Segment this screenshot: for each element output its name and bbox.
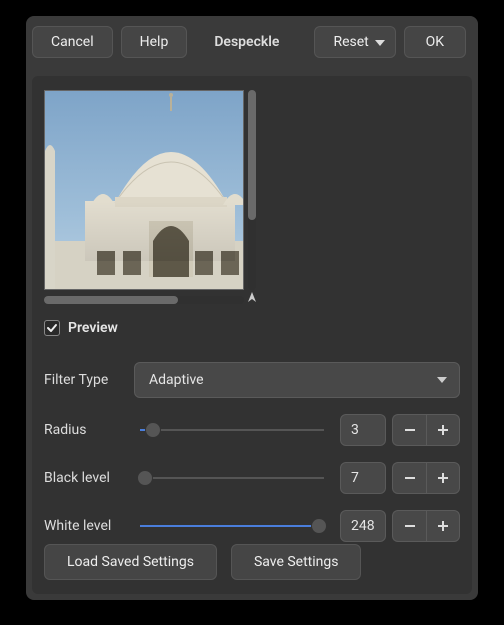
- black-level-label: Black level: [44, 470, 124, 486]
- black-level-input[interactable]: 7: [340, 462, 386, 494]
- preview-image[interactable]: [44, 90, 244, 290]
- preview-vertical-scrollbar[interactable]: [248, 90, 256, 290]
- top-button-bar: Cancel Help Despeckle Reset OK: [26, 16, 478, 68]
- dialog-content: Preview Filter Type Adaptive Radius 3: [32, 76, 472, 594]
- preview-area: [44, 90, 256, 310]
- radius-decrement-button[interactable]: [392, 414, 426, 446]
- black-level-decrement-button[interactable]: [392, 462, 426, 494]
- save-settings-button[interactable]: Save Settings: [231, 544, 362, 580]
- reset-button[interactable]: Reset: [314, 26, 395, 58]
- black-level-row: Black level 7: [44, 462, 460, 494]
- bottom-button-row: Load Saved Settings Save Settings: [44, 544, 361, 580]
- white-level-row: White level 248: [44, 510, 460, 542]
- preview-checkbox-label: Preview: [68, 320, 118, 336]
- reset-label: Reset: [333, 34, 368, 50]
- help-button[interactable]: Help: [121, 26, 188, 58]
- white-level-decrement-button[interactable]: [392, 510, 426, 542]
- black-level-increment-button[interactable]: [426, 462, 460, 494]
- white-level-increment-button[interactable]: [426, 510, 460, 542]
- black-level-slider[interactable]: [134, 468, 330, 488]
- radius-increment-button[interactable]: [426, 414, 460, 446]
- filter-type-combobox[interactable]: Adaptive: [134, 362, 460, 398]
- cancel-button[interactable]: Cancel: [32, 26, 113, 58]
- preview-checkbox[interactable]: [44, 320, 60, 336]
- filter-type-value: Adaptive: [149, 372, 204, 388]
- radius-slider[interactable]: [134, 420, 330, 440]
- white-level-slider[interactable]: [134, 516, 330, 536]
- despeckle-dialog: Cancel Help Despeckle Reset OK: [26, 16, 478, 600]
- filter-type-label: Filter Type: [44, 372, 124, 388]
- radius-label: Radius: [44, 422, 124, 438]
- preview-toggle-row: Preview: [44, 320, 460, 336]
- preview-navigate-icon[interactable]: [244, 290, 260, 306]
- white-level-input[interactable]: 248: [340, 510, 386, 542]
- preview-horizontal-scrollbar[interactable]: [44, 296, 244, 304]
- chevron-down-icon: [375, 40, 385, 46]
- ok-button[interactable]: OK: [404, 26, 466, 58]
- dialog-title: Despeckle: [195, 26, 298, 58]
- radius-row: Radius 3: [44, 414, 460, 446]
- load-saved-settings-button[interactable]: Load Saved Settings: [44, 544, 217, 580]
- chevron-down-icon: [437, 377, 447, 383]
- radius-input[interactable]: 3: [340, 414, 386, 446]
- white-level-label: White level: [44, 518, 124, 534]
- settings-form: Filter Type Adaptive Radius 3: [44, 362, 460, 542]
- preview-horizontal-scroll-thumb[interactable]: [44, 296, 178, 304]
- preview-vertical-scroll-thumb[interactable]: [248, 90, 256, 220]
- filter-type-row: Filter Type Adaptive: [44, 362, 460, 398]
